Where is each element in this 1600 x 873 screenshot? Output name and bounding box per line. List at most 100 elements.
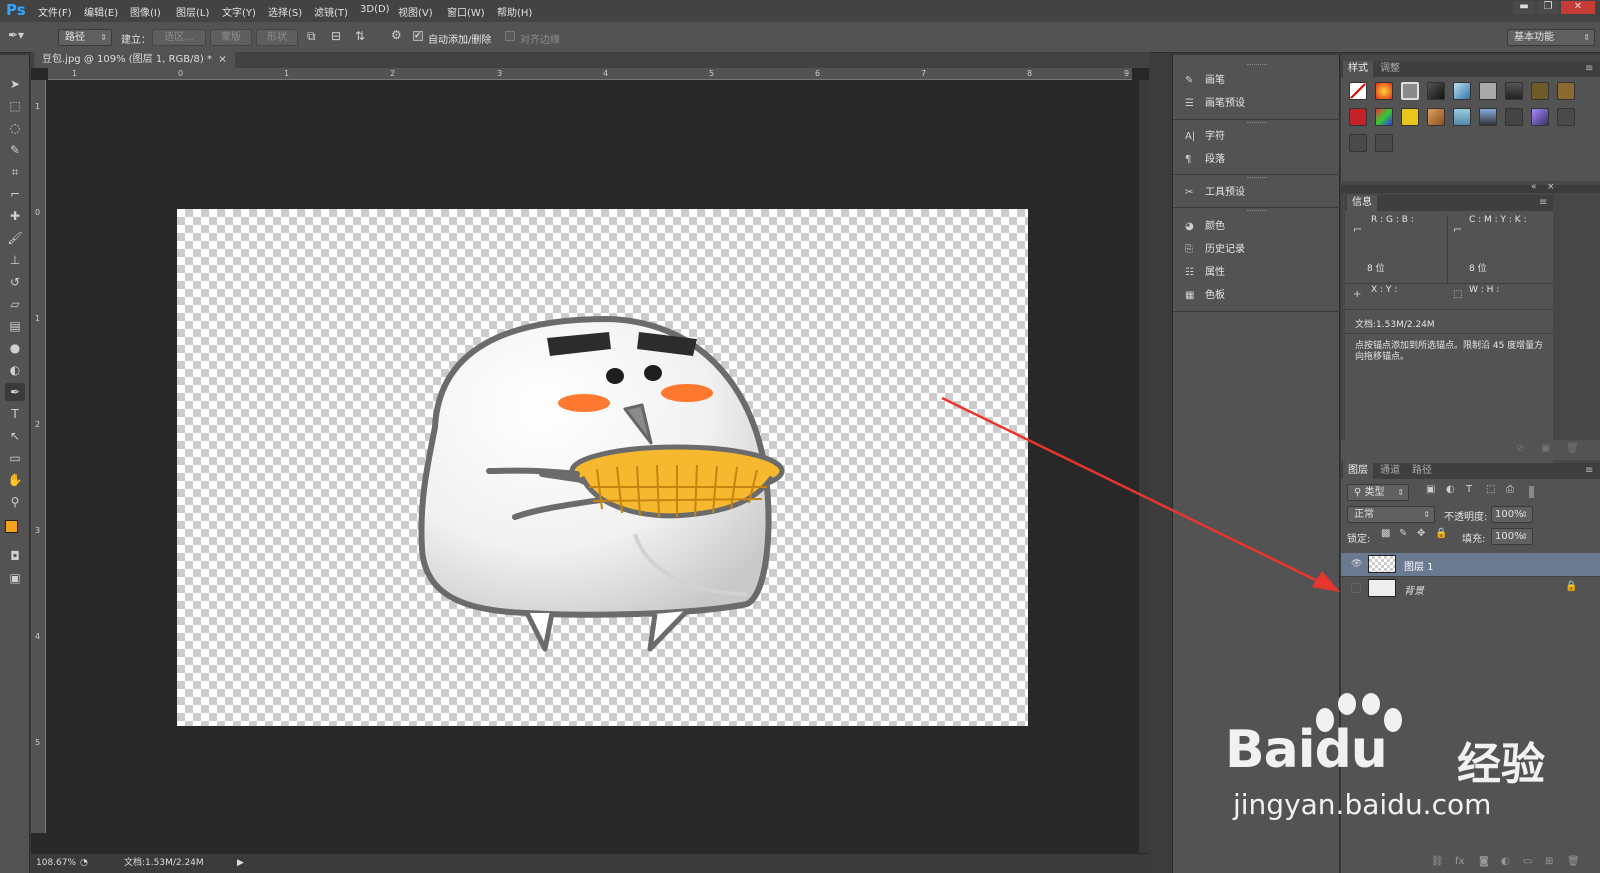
pen-tool-icon[interactable]: ✒▾ [8, 28, 24, 42]
document-canvas[interactable] [177, 209, 1028, 726]
menu-help[interactable]: 帮助(H) [497, 4, 532, 19]
style-swatch[interactable] [1427, 108, 1445, 126]
gear-icon[interactable]: ⚙ [391, 28, 402, 42]
auto-add-delete-checkbox[interactable]: ✓ [413, 31, 423, 41]
lock-all-icon[interactable]: 🔒 [1435, 528, 1447, 539]
menu-type[interactable]: 文字(Y) [222, 4, 256, 19]
style-swatch[interactable] [1349, 134, 1367, 152]
style-swatch[interactable] [1557, 108, 1575, 126]
panel-brush-presets[interactable]: ☰ 画笔预设 [1185, 94, 1245, 114]
clear-icon[interactable]: ⊘ [1516, 443, 1524, 454]
add-mask-icon[interactable]: ◙ [1479, 856, 1489, 867]
hand-tool-icon[interactable]: ✋ [5, 471, 25, 489]
style-swatch[interactable] [1401, 82, 1419, 100]
close-tab-icon[interactable]: × [218, 54, 226, 65]
style-swatch[interactable] [1349, 82, 1367, 100]
lock-position-icon[interactable]: ✥ [1417, 528, 1425, 539]
style-swatch[interactable] [1531, 82, 1549, 100]
path-select-tool-icon[interactable]: ↖ [5, 427, 25, 445]
dodge-tool-icon[interactable]: ◐ [5, 361, 25, 379]
fill-input[interactable]: 100% [1491, 528, 1533, 545]
make-selection-button[interactable]: 选区... [152, 29, 206, 46]
layer-name[interactable]: 背景 [1404, 582, 1424, 597]
filter-adjustment-icon[interactable]: ◐ [1446, 484, 1455, 495]
foreground-color-swatch[interactable] [5, 520, 18, 533]
zoom-level[interactable]: 108.67% [36, 854, 76, 873]
filter-smart-object-icon[interactable]: ⎙ [1506, 484, 1514, 495]
layer-style-icon[interactable]: fx [1455, 856, 1464, 867]
menu-filter[interactable]: 滤镜(T) [314, 4, 348, 19]
new-group-icon[interactable]: ▭ [1523, 856, 1532, 867]
style-swatch[interactable] [1557, 82, 1575, 100]
blur-tool-icon[interactable]: ● [5, 339, 25, 357]
style-swatch[interactable] [1479, 108, 1497, 126]
tab-channels[interactable]: 通道 [1375, 463, 1405, 479]
style-swatch[interactable] [1453, 108, 1471, 126]
type-tool-icon[interactable]: T [5, 405, 25, 423]
style-swatch[interactable] [1401, 108, 1419, 126]
lock-transparent-icon[interactable]: ▩ [1381, 528, 1390, 539]
menu-3d[interactable]: 3D(D) [360, 4, 390, 15]
panel-grip[interactable] [1247, 210, 1267, 212]
marquee-tool-icon[interactable]: ⬚ [5, 97, 25, 115]
history-brush-tool-icon[interactable]: ↺ [5, 273, 25, 291]
style-swatch[interactable] [1531, 108, 1549, 126]
menu-view[interactable]: 视图(V) [398, 4, 433, 19]
pen-tool-icon[interactable]: ✒ [5, 383, 25, 401]
screen-mode-icon[interactable]: ▣ [5, 569, 25, 587]
clone-stamp-tool-icon[interactable]: ⊥ [5, 251, 25, 269]
healing-brush-tool-icon[interactable]: ✚ [5, 207, 25, 225]
style-swatch[interactable] [1375, 108, 1393, 126]
layer-filter-select[interactable]: ⚲ 类型 [1347, 484, 1409, 501]
gradient-tool-icon[interactable]: ▤ [5, 317, 25, 335]
close-window-icon[interactable]: ✕ [1561, 1, 1595, 14]
eyedropper-tool-icon[interactable]: ⌐ [5, 185, 25, 203]
filter-pixel-icon[interactable]: ▣ [1426, 484, 1435, 495]
zoom-tool-icon[interactable]: ⚲ [5, 493, 25, 511]
rectangle-tool-icon[interactable]: ▭ [5, 449, 25, 467]
document-tab[interactable]: 豆包.jpg @ 109% (图层 1, RGB/8) * × [34, 52, 235, 68]
visibility-toggle[interactable] [1351, 583, 1361, 593]
menu-layer[interactable]: 图层(L) [176, 4, 209, 19]
eraser-tool-icon[interactable]: ▱ [5, 295, 25, 313]
make-shape-button[interactable]: 形状 [256, 29, 298, 46]
quick-mask-icon[interactable]: ◘ [5, 547, 25, 565]
menu-edit[interactable]: 编辑(E) [84, 4, 118, 19]
make-mask-button[interactable]: 蒙版 [210, 29, 252, 46]
panel-character[interactable]: A| 字符 [1185, 127, 1225, 147]
panel-history[interactable]: ⎘ 历史记录 [1185, 240, 1245, 260]
style-swatch[interactable] [1453, 82, 1471, 100]
style-swatch[interactable] [1375, 134, 1393, 152]
adjustment-layer-icon[interactable]: ◐ [1501, 856, 1510, 867]
quick-select-tool-icon[interactable]: ✎ [5, 141, 25, 159]
lasso-tool-icon[interactable]: ◌ [5, 119, 25, 137]
path-alignment-icon[interactable]: ⊟ [331, 29, 341, 43]
panel-menu-icon[interactable]: ≡ [1585, 61, 1593, 77]
panel-menu-icon[interactable]: ≡ [1585, 463, 1593, 479]
status-menu-arrow-icon[interactable]: ▶ [237, 854, 244, 873]
style-swatch[interactable] [1505, 108, 1523, 126]
brush-tool-icon[interactable]: 🖌 [5, 229, 25, 247]
minimize-icon[interactable]: ▬ [1513, 1, 1535, 14]
trash-icon[interactable]: 🗑 [1567, 856, 1580, 867]
align-edges-checkbox[interactable] [505, 31, 515, 41]
menu-file[interactable]: 文件(F) [38, 4, 72, 19]
panel-brush[interactable]: ✎ 画笔 [1185, 71, 1225, 91]
status-info-icon[interactable]: ◔ [80, 854, 88, 873]
trash-icon[interactable]: 🗑 [1566, 443, 1579, 454]
style-swatch[interactable] [1349, 108, 1367, 126]
menu-window[interactable]: 窗口(W) [447, 4, 485, 19]
filter-shape-icon[interactable]: ⬚ [1486, 484, 1495, 495]
tab-adjustments[interactable]: 调整 [1375, 61, 1405, 77]
tool-mode-select[interactable]: 路径 [58, 29, 112, 46]
filter-type-icon[interactable]: T [1466, 484, 1472, 495]
panel-swatches[interactable]: ▦ 色板 [1185, 286, 1225, 306]
panel-color[interactable]: ◕ 颜色 [1185, 217, 1225, 237]
panel-grip[interactable] [1247, 122, 1267, 124]
style-swatch[interactable] [1479, 82, 1497, 100]
panel-tool-presets[interactable]: ✂ 工具预设 [1185, 183, 1245, 203]
panel-paragraph[interactable]: ¶ 段落 [1185, 150, 1225, 170]
layer-row[interactable]: 👁 图层 1 [1341, 553, 1600, 576]
menu-select[interactable]: 选择(S) [268, 4, 302, 19]
tab-styles[interactable]: 样式 [1343, 61, 1373, 77]
